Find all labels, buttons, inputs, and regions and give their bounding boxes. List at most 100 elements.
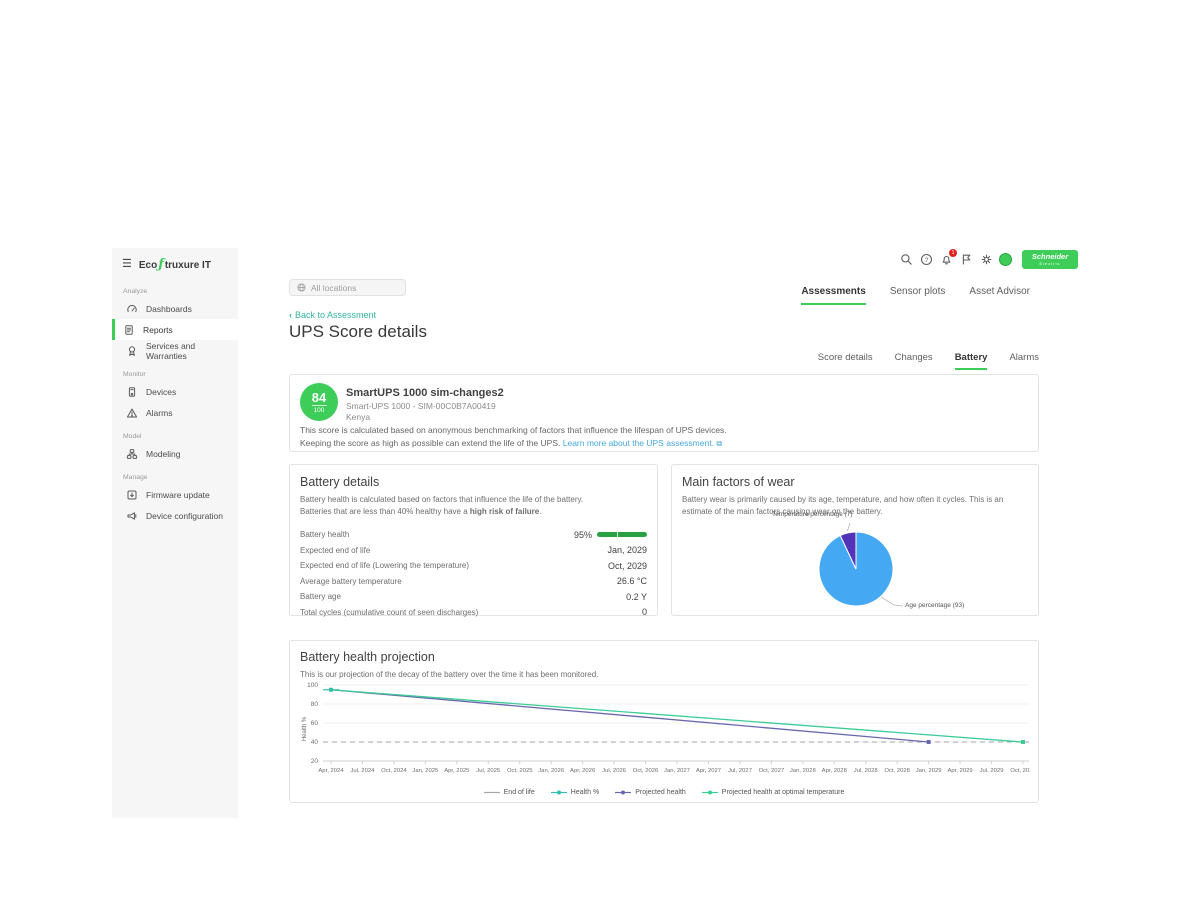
table-row: Total cycles (cumulative count of seen d… — [300, 605, 647, 621]
main-factors-of-wear-panel: Main factors of wear Battery wear is pri… — [671, 464, 1039, 616]
chart-legend: End of lifeHealth %Projected healthProje… — [290, 789, 1038, 796]
primary-tabs: Assessments Sensor plots Asset Advisor — [801, 286, 1030, 305]
sidebar-item-label: Services and Warranties — [146, 341, 238, 361]
score-divider — [312, 405, 327, 406]
dashboards-icon — [126, 303, 138, 315]
battery-desc-suffix: . — [539, 507, 541, 516]
projection-chart: 20406080100Health %Apr, 2024Jul, 2024Oct… — [300, 677, 1030, 789]
sidebar-item-devices[interactable]: Devices — [112, 381, 238, 402]
feedback-flag-icon[interactable] — [959, 252, 974, 267]
sidebar-item-firmware-update[interactable]: Firmware update — [112, 484, 238, 505]
row-value: 0 — [642, 607, 647, 617]
sidebar-item-services-and-warranties[interactable]: Services and Warranties — [112, 340, 238, 361]
ecostruxure-loop-icon: ƒ — [157, 257, 165, 272]
brand-line1: Schneider — [1032, 253, 1068, 261]
row-value: 26.6 °C — [617, 576, 647, 586]
svg-text:Jan, 2028: Jan, 2028 — [790, 768, 817, 774]
schneider-electric-logo[interactable]: Schneider Electric — [1022, 250, 1078, 269]
score-description-text: Keeping the score as high as possible ca… — [300, 438, 560, 448]
subtab-alarms[interactable]: Alarms — [1009, 352, 1039, 370]
notifications-bell-icon[interactable]: 1 — [939, 252, 954, 267]
menu-icon[interactable]: ☰ — [122, 259, 132, 270]
battery-desc-bold: high risk of failure — [470, 507, 539, 516]
app-window: ☰ Ecoƒtruxure IT Analyze Dashboards Repo… — [112, 248, 1090, 818]
pie-chart-svg — [672, 519, 1040, 617]
logo-suffix: truxure IT — [165, 260, 211, 271]
devices-icon — [126, 386, 138, 398]
table-row: Expected end of life (Lowering the tempe… — [300, 558, 647, 574]
subtab-changes[interactable]: Changes — [895, 352, 933, 370]
tab-sensor-plots[interactable]: Sensor plots — [890, 286, 946, 305]
table-row: Expected end of life Jan, 2029 — [300, 543, 647, 559]
wear-panel-description: Battery wear is primarily caused by its … — [682, 494, 1028, 518]
row-value: Oct, 2029 — [608, 561, 647, 571]
location-filter-input[interactable]: All locations — [289, 279, 406, 296]
wear-pie-chart: Temperature percentage (7) Age percentag… — [672, 519, 1040, 617]
main-content: ? 1 Schneider Electric All locations Ass… — [238, 248, 1090, 818]
svg-text:Jan, 2029: Jan, 2029 — [916, 768, 942, 774]
sidebar-item-modeling[interactable]: Modeling — [112, 443, 238, 464]
alarms-icon — [126, 407, 138, 419]
chevron-left-icon: ‹ — [289, 310, 292, 320]
row-label: Total cycles (cumulative count of seen d… — [300, 608, 478, 617]
back-link-label: Back to Assessment — [295, 310, 376, 320]
svg-text:Jul, 2029: Jul, 2029 — [980, 768, 1004, 774]
score-value: 84 — [312, 391, 326, 404]
wear-panel-title: Main factors of wear — [682, 475, 1028, 489]
user-avatar[interactable] — [999, 253, 1012, 266]
back-to-assessment-link[interactable]: ‹Back to Assessment — [289, 310, 376, 320]
learn-more-link[interactable]: Learn more about the UPS assessment. — [563, 438, 714, 448]
secondary-tabs: Score details Changes Battery Alarms — [818, 352, 1039, 370]
svg-text:Jan, 2027: Jan, 2027 — [664, 768, 690, 774]
device-name: SmartUPS 1000 sim-changes2 — [346, 387, 504, 399]
tab-asset-advisor[interactable]: Asset Advisor — [969, 286, 1030, 305]
row-value: 0.2 Y — [626, 592, 647, 602]
legend-item: Projected health at optimal temperature — [702, 789, 845, 796]
svg-text:Apr, 2025: Apr, 2025 — [444, 768, 470, 774]
svg-text:Jul, 2027: Jul, 2027 — [728, 768, 752, 774]
battery-health-bar — [597, 532, 647, 537]
sidebar-item-label: Modeling — [146, 449, 181, 459]
legend-marker-icon — [702, 789, 718, 796]
battery-details-panel: Battery details Battery health is calcul… — [289, 464, 658, 616]
row-label: Battery health — [300, 530, 349, 539]
svg-text:Jul, 2024: Jul, 2024 — [350, 768, 375, 774]
subtab-battery[interactable]: Battery — [955, 352, 988, 370]
sidebar-item-dashboards[interactable]: Dashboards — [112, 298, 238, 319]
subtab-score-details[interactable]: Score details — [818, 352, 873, 370]
reports-icon — [123, 324, 135, 336]
legend-item: Health % — [551, 789, 599, 796]
svg-text:Apr, 2024: Apr, 2024 — [318, 768, 344, 774]
svg-text:60: 60 — [311, 720, 319, 727]
sidebar-item-device-configuration[interactable]: Device configuration — [112, 505, 238, 526]
svg-text:Oct, 2028: Oct, 2028 — [884, 768, 910, 774]
svg-text:80: 80 — [311, 701, 319, 708]
nav-section-model: Model — [112, 423, 238, 443]
device-location: Kenya — [346, 412, 370, 422]
tab-assessments[interactable]: Assessments — [801, 286, 865, 305]
help-icon[interactable]: ? — [919, 252, 934, 267]
settings-gear-icon[interactable] — [979, 252, 994, 267]
svg-text:Health %: Health % — [302, 716, 308, 741]
pie-label-age: Age percentage (93) — [905, 602, 964, 609]
svg-text:Apr, 2026: Apr, 2026 — [570, 768, 596, 774]
row-label: Expected end of life — [300, 546, 370, 555]
sidebar-item-alarms[interactable]: Alarms — [112, 402, 238, 423]
sidebar-item-label: Devices — [146, 387, 176, 397]
table-row: Battery health 95% — [300, 527, 647, 543]
table-row: Average battery temperature 26.6 °C — [300, 574, 647, 590]
svg-text:Apr, 2028: Apr, 2028 — [822, 768, 848, 774]
svg-text:Oct, 2024: Oct, 2024 — [381, 768, 407, 774]
search-icon[interactable] — [899, 252, 914, 267]
legend-label: Health % — [571, 789, 599, 796]
topbar-actions: ? 1 Schneider Electric — [899, 250, 1078, 269]
sidebar-item-label: Alarms — [146, 408, 172, 418]
row-label: Expected end of life (Lowering the tempe… — [300, 561, 469, 570]
score-max: 100 — [314, 407, 325, 414]
legend-item: Projected health — [615, 789, 686, 796]
nav-section-manage: Manage — [112, 464, 238, 484]
ups-score-card: 84 100 SmartUPS 1000 sim-changes2 Smart-… — [289, 374, 1039, 452]
svg-text:Jul, 2026: Jul, 2026 — [602, 768, 627, 774]
sidebar-item-reports[interactable]: Reports — [112, 319, 238, 340]
device-configuration-icon — [126, 510, 138, 522]
